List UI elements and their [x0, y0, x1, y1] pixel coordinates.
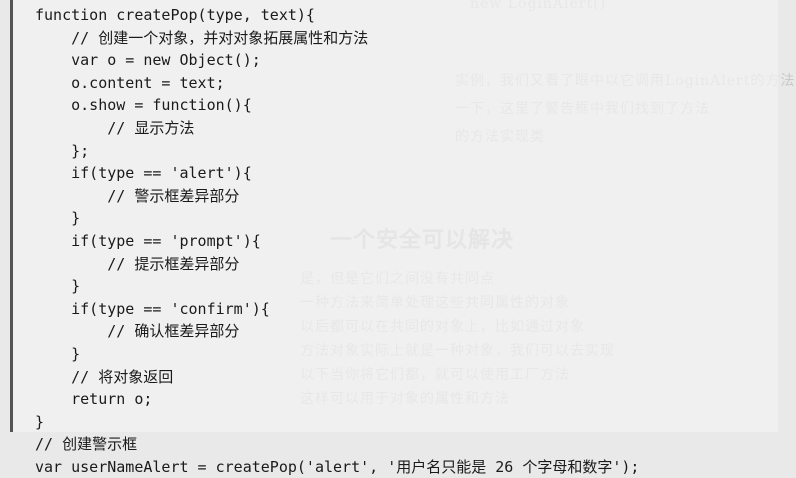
- code-line: // 将对象返回: [35, 367, 174, 386]
- code-lines: function createPop(type, text){ // 创建一个对…: [35, 4, 639, 478]
- code-line: var o = new Object();: [35, 51, 261, 70]
- code-line: return o;: [35, 390, 153, 409]
- code-line: }: [35, 344, 81, 363]
- code-line: }: [35, 277, 81, 296]
- code-line: if(type == 'alert'){: [35, 164, 252, 183]
- code-line: // 警示框差异部分: [35, 186, 240, 205]
- code-line: // 提示框差异部分: [35, 254, 240, 273]
- code-line: o.show = function(){: [35, 96, 252, 115]
- code-line: }: [35, 209, 81, 228]
- code-line: // 显示方法: [35, 118, 195, 137]
- code-line: // 创建一个对象，并对对象拓展属性和方法: [35, 28, 369, 47]
- code-line: if(type == 'prompt'){: [35, 231, 261, 250]
- code-line: };: [35, 141, 90, 160]
- code-line: o.content = text;: [35, 73, 225, 92]
- code-line: // 确认框差异部分: [35, 322, 240, 341]
- code-listing: function createPop(type, text){ // 创建一个对…: [10, 0, 778, 476]
- code-line: function createPop(type, text){: [35, 6, 315, 24]
- code-line: }: [35, 412, 45, 431]
- code-line: if(type == 'confirm'){: [35, 299, 270, 318]
- code-line: var userNameAlert = createPop('alert', '…: [35, 457, 640, 476]
